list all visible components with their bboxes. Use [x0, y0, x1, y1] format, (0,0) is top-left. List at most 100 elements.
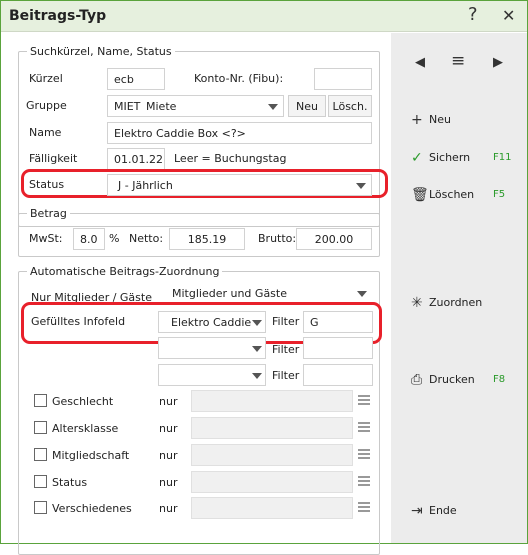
gruppe-label: Gruppe	[26, 99, 67, 112]
nav-menu-button[interactable]: ≡	[451, 51, 465, 71]
neu-button[interactable]: + Neu	[411, 112, 451, 128]
infofeld-field-1: Elektro Caddie	[171, 316, 252, 329]
verschiedenes-nur: nur	[159, 502, 178, 515]
status-nur: nur	[159, 476, 178, 489]
faelligkeit-label: Fälligkeit	[29, 152, 78, 165]
magic-wand-icon: ✳	[411, 295, 423, 311]
netto-input[interactable]: 185.19	[169, 228, 245, 250]
chevron-down-icon	[357, 291, 367, 297]
ende-label: Ende	[429, 504, 457, 517]
altersklasse-nur: nur	[159, 422, 178, 435]
sichern-shortcut: F11	[493, 152, 512, 163]
trash-icon: 🗑	[411, 187, 429, 203]
filter-input-3[interactable]	[303, 364, 373, 386]
percent-sign: %	[109, 232, 120, 245]
menu-icon[interactable]	[358, 420, 370, 434]
drucken-label: Drucken	[429, 373, 475, 386]
help-button[interactable]: ?	[468, 4, 478, 25]
brutto-input[interactable]: 200.00	[296, 228, 372, 250]
menu-icon[interactable]	[358, 393, 370, 407]
mitgliedschaft-checkbox[interactable]	[34, 448, 47, 461]
altersklasse-label: Altersklasse	[52, 422, 119, 435]
filter-label-1: Filter	[272, 315, 300, 328]
status-checkbox[interactable]	[34, 475, 47, 488]
neu-label: Neu	[429, 113, 451, 126]
verschiedenes-checkbox[interactable]	[34, 501, 47, 514]
zuordnen-button[interactable]: ✳ Zuordnen	[411, 295, 482, 311]
kuerzel-input[interactable]: ecb	[107, 68, 165, 90]
name-input[interactable]: Elektro Caddie Box <?>	[107, 122, 372, 144]
loeschen-label: Löschen	[429, 188, 475, 201]
drucken-shortcut: F8	[493, 374, 506, 385]
mitgliedschaft-nur: nur	[159, 449, 178, 462]
konto-input[interactable]	[314, 68, 372, 90]
sichern-button[interactable]: ✓ Sichern F11	[411, 150, 511, 166]
menu-icon[interactable]	[358, 500, 370, 514]
status-select[interactable]: J - Jährlich	[107, 174, 372, 196]
close-button[interactable]: ✕	[502, 6, 515, 25]
brutto-label: Brutto:	[258, 232, 297, 245]
infofeld-select-1[interactable]: Elektro Caddie	[158, 311, 266, 333]
filter-label-3: Filter	[272, 369, 300, 382]
gruppe-select[interactable]: MIET Miete	[107, 95, 284, 117]
ende-button[interactable]: ⇥ Ende	[411, 503, 457, 519]
section-betrag-legend: Betrag	[30, 207, 67, 220]
loeschen-button[interactable]: 🗑Löschen F5	[411, 187, 505, 203]
sichern-label: Sichern	[429, 151, 471, 164]
netto-label: Netto:	[129, 232, 164, 245]
altersklasse-value	[191, 417, 353, 439]
nav-prev-button[interactable]: ◀	[415, 55, 425, 70]
faelligkeit-input[interactable]: 01.01.22	[107, 148, 165, 170]
geschlecht-checkbox[interactable]	[34, 394, 47, 407]
plus-icon: +	[411, 112, 423, 128]
nur-select[interactable]: Mitglieder und Gäste	[161, 282, 373, 304]
faelligkeit-hint: Leer = Buchungstag	[174, 152, 287, 165]
gruppe-loesch-button[interactable]: Lösch.	[328, 95, 372, 117]
status-check-label: Status	[52, 476, 88, 489]
verschiedenes-value	[191, 497, 353, 519]
chevron-down-icon	[356, 183, 366, 189]
infofeld-label: Gefülltes Infofeld	[31, 315, 126, 328]
menu-icon[interactable]	[358, 474, 370, 488]
drucken-button[interactable]: ⎙ Drucken F8	[411, 372, 505, 388]
gruppe-code: MIET	[114, 100, 141, 113]
gruppe-name: Miete	[146, 100, 177, 113]
section-zuordnung-legend: Automatische Beitrags-Zuordnung	[30, 265, 220, 278]
mwst-input[interactable]: 8.0	[73, 228, 105, 250]
gruppe-neu-button[interactable]: Neu	[288, 95, 326, 117]
loeschen-shortcut: F5	[493, 189, 506, 200]
status-value: J - Jährlich	[118, 179, 173, 192]
infofeld-select-2[interactable]	[158, 337, 266, 359]
section-suchkuerzel-legend: Suchkürzel, Name, Status	[30, 45, 172, 58]
mitgliedschaft-value	[191, 444, 353, 466]
chevron-down-icon	[252, 346, 262, 352]
menu-icon[interactable]	[358, 447, 370, 461]
mwst-label: MwSt:	[29, 232, 63, 245]
geschlecht-nur: nur	[159, 395, 178, 408]
chevron-down-icon	[252, 373, 262, 379]
action-sidebar: ◀ ≡ ▶ + Neu ✓ Sichern F11 🗑Löschen F5 ✳ Zuo…	[391, 33, 527, 543]
status-label: Status	[29, 178, 65, 191]
infofeld-select-3[interactable]	[158, 364, 266, 386]
chevron-down-icon	[252, 320, 262, 326]
form-area: Suchkürzel, Name, Status Kürzel ecb Kont…	[1, 33, 391, 555]
checkmark-icon: ✓	[411, 150, 423, 166]
filter-input-1[interactable]: G	[303, 311, 373, 333]
nur-value: Mitglieder und Gäste	[172, 287, 287, 300]
filter-label-2: Filter	[272, 343, 300, 356]
exit-icon: ⇥	[411, 503, 423, 519]
verschiedenes-label: Verschiedenes	[52, 502, 132, 515]
geschlecht-label: Geschlecht	[52, 395, 114, 408]
zuordnen-label: Zuordnen	[429, 296, 483, 309]
nav-next-button[interactable]: ▶	[493, 55, 503, 70]
chevron-down-icon	[268, 104, 278, 110]
konto-label: Konto-Nr. (Fibu):	[194, 72, 284, 85]
name-label: Name	[29, 126, 62, 139]
altersklasse-checkbox[interactable]	[34, 421, 47, 434]
kuerzel-label: Kürzel	[29, 72, 63, 85]
dialog-window: Beitrags-Typ ? ✕ Suchkürzel, Name, Statu…	[0, 0, 528, 555]
window-title: Beitrags-Typ	[9, 8, 107, 24]
status-check-value	[191, 471, 353, 493]
title-bar: Beitrags-Typ ? ✕	[1, 1, 527, 32]
filter-input-2[interactable]	[303, 337, 373, 359]
